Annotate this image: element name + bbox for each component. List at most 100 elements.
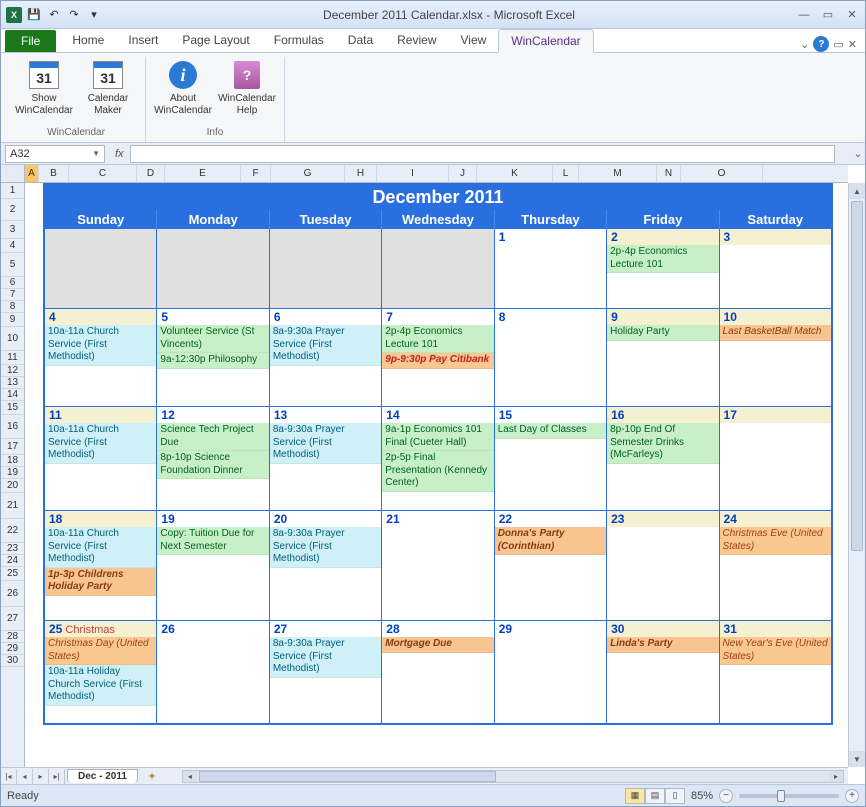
- row-header-15[interactable]: 15: [1, 401, 24, 415]
- row-header-20[interactable]: 20: [1, 479, 24, 493]
- col-header-A[interactable]: A: [25, 165, 39, 182]
- col-header-H[interactable]: H: [345, 165, 377, 182]
- cal-maker-button[interactable]: 31Calendar Maker: [79, 57, 137, 119]
- view-normal-icon[interactable]: ▦: [625, 788, 645, 804]
- row-header-2[interactable]: 2: [1, 199, 24, 221]
- calendar-event[interactable]: Last BasketBall Match: [720, 325, 831, 341]
- scroll-left-icon[interactable]: ◂: [183, 771, 197, 782]
- calendar-cell-15[interactable]: 15Last Day of Classes: [495, 407, 607, 511]
- qat-customize-icon[interactable]: ▾: [85, 6, 103, 24]
- name-box-dropdown-icon[interactable]: ▼: [92, 149, 100, 158]
- view-page-break-icon[interactable]: ▯: [665, 788, 685, 804]
- name-box[interactable]: A32 ▼: [5, 145, 105, 163]
- row-header-27[interactable]: 27: [1, 607, 24, 631]
- col-header-O[interactable]: O: [681, 165, 763, 182]
- row-header-22[interactable]: 22: [1, 519, 24, 543]
- zoom-slider[interactable]: [739, 794, 839, 798]
- calendar-event[interactable]: Linda's Party: [607, 637, 718, 653]
- calendar-event[interactable]: Christmas Day (United States): [45, 637, 156, 665]
- col-header-N[interactable]: N: [657, 165, 681, 182]
- excel-logo-icon[interactable]: X: [5, 6, 23, 24]
- vertical-scrollbar[interactable]: ▲ ▼: [848, 183, 865, 767]
- row-header-8[interactable]: 8: [1, 301, 24, 313]
- calendar-event[interactable]: Last Day of Classes: [495, 423, 606, 439]
- help-button[interactable]: ?WinCalendar Help: [218, 57, 276, 119]
- col-header-J[interactable]: J: [449, 165, 477, 182]
- calendar-event[interactable]: 2p-5p Final Presentation (Kennedy Center…: [382, 451, 493, 492]
- calendar-cell-5[interactable]: 5Volunteer Service (St Vincents)9a-12:30…: [157, 309, 269, 407]
- calendar-event[interactable]: 8a-9:30a Prayer Service (First Methodist…: [270, 325, 381, 366]
- scroll-right-icon[interactable]: ▸: [829, 771, 843, 782]
- calendar-event[interactable]: 2p-4p Economics Lecture 101: [382, 325, 493, 353]
- tab-page-layout[interactable]: Page Layout: [170, 29, 261, 52]
- calendar-cell-7[interactable]: 72p-4p Economics Lecture 1019p-9:30p Pay…: [382, 309, 494, 407]
- tab-data[interactable]: Data: [336, 29, 385, 52]
- calendar-event[interactable]: 8p-10p Science Foundation Dinner: [157, 451, 268, 479]
- row-header-4[interactable]: 4: [1, 239, 24, 253]
- col-header-L[interactable]: L: [553, 165, 579, 182]
- sheet-nav-prev-icon[interactable]: ◂: [17, 769, 33, 784]
- calendar-cell-29[interactable]: 29: [495, 621, 607, 723]
- calendar-cell-16[interactable]: 168p-10p End Of Semester Drinks (McFarle…: [607, 407, 719, 511]
- hscroll-thumb[interactable]: [199, 771, 496, 782]
- row-header-18[interactable]: 18: [1, 455, 24, 467]
- calendar-event[interactable]: 8p-10p End Of Semester Drinks (McFarleys…: [607, 423, 718, 464]
- row-header-19[interactable]: 19: [1, 467, 24, 479]
- select-all-corner[interactable]: [1, 165, 25, 183]
- calendar-event[interactable]: New Year's Eve (United States): [720, 637, 831, 665]
- row-header-16[interactable]: 16: [1, 415, 24, 439]
- row-header-29[interactable]: 29: [1, 643, 24, 655]
- row-header-5[interactable]: 5: [1, 253, 24, 277]
- calendar-cell-blank[interactable]: [45, 229, 157, 309]
- scroll-down-icon[interactable]: ▼: [849, 751, 865, 767]
- col-header-M[interactable]: M: [579, 165, 657, 182]
- col-header-F[interactable]: F: [241, 165, 271, 182]
- row-header-26[interactable]: 26: [1, 581, 24, 607]
- calendar-cell-6[interactable]: 68a-9:30a Prayer Service (First Methodis…: [270, 309, 382, 407]
- zoom-thumb[interactable]: [777, 790, 785, 802]
- calendar-event[interactable]: 10a-11a Church Service (First Methodist): [45, 325, 156, 366]
- row-header-28[interactable]: 28: [1, 631, 24, 643]
- calendar-cell-1[interactable]: 1: [495, 229, 607, 309]
- tab-insert[interactable]: Insert: [116, 29, 170, 52]
- calendar-cell-24[interactable]: 24Christmas Eve (United States): [720, 511, 831, 621]
- tab-view[interactable]: View: [449, 29, 499, 52]
- help-icon[interactable]: ?: [813, 36, 829, 52]
- calendar-event[interactable]: 9a-1p Economics 101 Final (Cueter Hall): [382, 423, 493, 451]
- row-header-3[interactable]: 3: [1, 221, 24, 239]
- row-header-6[interactable]: 6: [1, 277, 24, 289]
- row-header-23[interactable]: 23: [1, 543, 24, 555]
- save-icon[interactable]: 💾: [25, 6, 43, 24]
- calendar-cell-18[interactable]: 1810a-11a Church Service (First Methodis…: [45, 511, 157, 621]
- formula-input[interactable]: [130, 145, 835, 163]
- formula-bar-expand-icon[interactable]: ⌄: [851, 147, 865, 160]
- calendar-event[interactable]: 8a-9:30a Prayer Service (First Methodist…: [270, 423, 381, 464]
- calendar-cell-9[interactable]: 9Holiday Party: [607, 309, 719, 407]
- row-header-30[interactable]: 30: [1, 655, 24, 667]
- maximize-icon[interactable]: ▭: [819, 8, 837, 22]
- cells-area[interactable]: December 2011 SundayMondayTuesdayWednesd…: [25, 183, 848, 767]
- calendar-cell-27[interactable]: 278a-9:30a Prayer Service (First Methodi…: [270, 621, 382, 723]
- col-header-K[interactable]: K: [477, 165, 553, 182]
- row-header-24[interactable]: 24: [1, 555, 24, 567]
- sheet-tab-active[interactable]: Dec - 2011: [67, 769, 138, 783]
- calendar-cell-2[interactable]: 22p-4p Economics Lecture 101: [607, 229, 719, 309]
- calendar-cell-19[interactable]: 19Copy: Tuition Due for Next Semester: [157, 511, 269, 621]
- tab-wincalendar[interactable]: WinCalendar: [498, 29, 593, 53]
- calendar-event[interactable]: Donna's Party (Corinthian): [495, 527, 606, 555]
- calendar-cell-25[interactable]: 25 ChristmasChristmas Day (United States…: [45, 621, 157, 723]
- close-icon[interactable]: ✕: [843, 8, 861, 22]
- col-header-B[interactable]: B: [39, 165, 69, 182]
- col-header-I[interactable]: I: [377, 165, 449, 182]
- calendar-event[interactable]: Holiday Party: [607, 325, 718, 341]
- restore-window-icon[interactable]: ▭: [833, 38, 843, 51]
- calendar-event[interactable]: Mortgage Due: [382, 637, 493, 653]
- calendar-event[interactable]: 10a-11a Church Service (First Methodist): [45, 527, 156, 568]
- row-header-25[interactable]: 25: [1, 567, 24, 581]
- sheet-nav-first-icon[interactable]: |◂: [1, 769, 17, 784]
- calendar-cell-12[interactable]: 12Science Tech Project Due8p-10p Science…: [157, 407, 269, 511]
- calendar-cell-31[interactable]: 31New Year's Eve (United States): [720, 621, 831, 723]
- file-tab[interactable]: File: [5, 30, 56, 52]
- calendar-cell-26[interactable]: 26: [157, 621, 269, 723]
- calendar-cell-blank[interactable]: [270, 229, 382, 309]
